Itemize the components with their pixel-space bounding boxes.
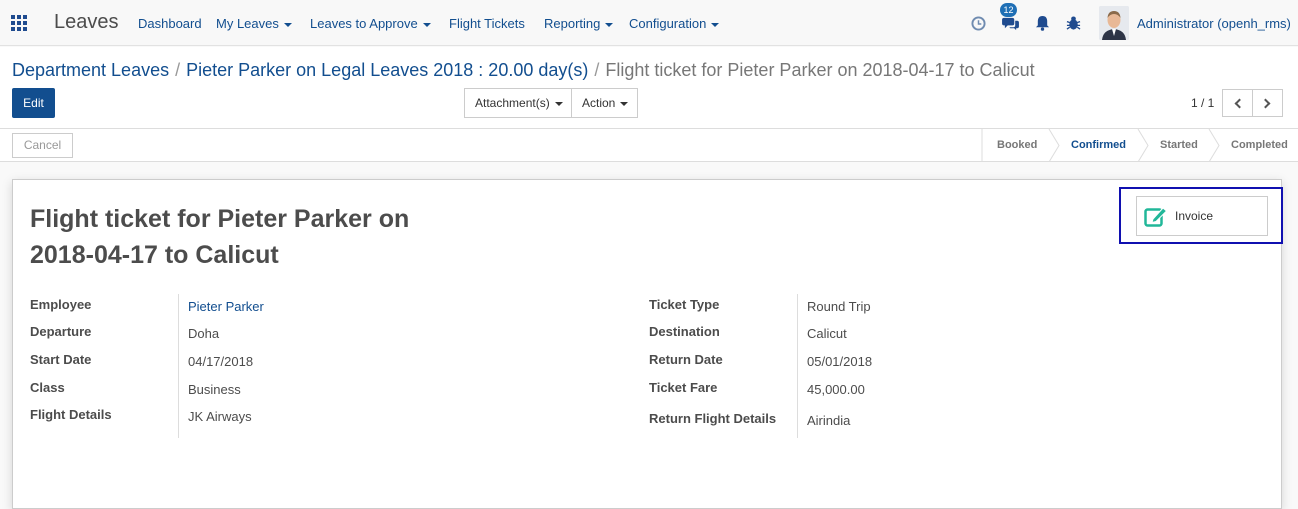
stage-divider (1048, 129, 1060, 162)
label-ticket-type: Ticket Type (649, 297, 720, 312)
value-employee[interactable]: Pieter Parker (188, 299, 264, 314)
apps-grid-icon[interactable] (11, 15, 29, 31)
stage-confirmed[interactable]: Confirmed (1071, 129, 1126, 162)
record-title: Flight ticket for Pieter Parker on 2018-… (30, 201, 500, 273)
stage-divider (1137, 129, 1149, 162)
breadcrumb-separator: / (175, 60, 181, 80)
control-panel: Department Leaves / Pieter Parker on Legal… (0, 47, 1298, 129)
caret-down-icon (283, 22, 292, 27)
menu-label: Leaves to Approve (310, 16, 418, 31)
label-ticket-fare: Ticket Fare (649, 380, 718, 395)
chat-icon[interactable] (1002, 16, 1019, 31)
clock-icon[interactable] (971, 16, 986, 31)
value-destination: Calicut (807, 326, 847, 341)
value-departure: Doha (188, 326, 220, 341)
label-employee: Employee (30, 297, 92, 312)
avatar[interactable] (1099, 6, 1129, 40)
chevron-right-icon (1260, 98, 1271, 109)
action-dropdown[interactable]: Action (571, 88, 638, 118)
invoice-button[interactable]: Invoice (1136, 196, 1268, 236)
record-title-line: Flight ticket for Pieter Parker on (30, 205, 410, 233)
main-navbar: Leaves Dashboard My Leaves Leaves to App… (0, 0, 1298, 46)
edit-button[interactable]: Edit (12, 88, 55, 118)
attachments-label: Attachment(s) (475, 96, 550, 110)
value-ticket-fare: 45,000.00 (807, 382, 865, 397)
breadcrumb: Department Leaves / Pieter Parker on Legal… (12, 60, 1035, 81)
value-start-date: 04/17/2018 (188, 354, 254, 369)
edit-icon (1144, 207, 1168, 227)
form-area: Flight ticket for Pieter Parker on 2018-… (0, 163, 1298, 509)
label-class: Class (30, 380, 65, 395)
label-return-flight-details: Return Flight Details (649, 411, 777, 426)
menu-reporting[interactable]: Reporting (544, 16, 614, 31)
caret-down-icon (620, 101, 629, 106)
stage-divider (981, 129, 983, 162)
status-bar: Cancel Booked Confirmed Started Complete… (0, 129, 1298, 162)
breadcrumb-current: Flight ticket for Pieter Parker on 2018-… (605, 60, 1035, 80)
breadcrumb-separator: / (594, 60, 600, 80)
smart-button-box: Invoice (1119, 187, 1283, 244)
menu-leaves-to-approve[interactable]: Leaves to Approve (310, 16, 431, 31)
menu-my-leaves[interactable]: My Leaves (216, 16, 292, 31)
user-menu[interactable]: Administrator (openh_rms) (1137, 16, 1291, 31)
label-departure: Departure (30, 324, 92, 339)
menu-label: Configuration (629, 16, 707, 31)
menu-label: Reporting (544, 16, 601, 31)
stage-started[interactable]: Started (1160, 129, 1198, 162)
caret-down-icon (554, 101, 563, 106)
label-destination: Destination (649, 324, 720, 339)
label-return-date: Return Date (649, 352, 723, 367)
app-title: Leaves (54, 11, 119, 33)
caret-down-icon (605, 22, 614, 27)
action-label: Action (582, 96, 616, 110)
menu-label: My Leaves (216, 16, 279, 31)
label-flight-details: Flight Details (30, 407, 112, 422)
value-ticket-type: Round Trip (807, 299, 871, 314)
breadcrumb-parent[interactable]: Pieter Parker on Legal Leaves 2018 : 20.… (186, 60, 588, 80)
label-start-date: Start Date (30, 352, 92, 367)
stage-completed[interactable]: Completed (1231, 129, 1288, 162)
caret-down-icon (711, 22, 720, 27)
stage-booked[interactable]: Booked (997, 129, 1037, 162)
chevron-left-icon (1234, 98, 1245, 109)
menu-dashboard[interactable]: Dashboard (138, 16, 202, 31)
value-class: Business (188, 382, 241, 397)
value-return-date: 05/01/2018 (807, 354, 873, 369)
message-count-badge: 12 (1000, 3, 1017, 17)
pager-next-button[interactable] (1252, 89, 1283, 117)
menu-configuration[interactable]: Configuration (629, 16, 720, 31)
value-return-flight-details: Airindia (807, 413, 851, 428)
field-divider (797, 294, 798, 438)
menu-label: Flight Tickets (449, 16, 525, 31)
menu-flight-tickets[interactable]: Flight Tickets (449, 16, 525, 31)
bug-icon[interactable] (1066, 15, 1081, 31)
bell-icon[interactable] (1035, 15, 1050, 31)
field-divider (178, 294, 179, 438)
caret-down-icon (422, 22, 431, 27)
invoice-label: Invoice (1175, 209, 1214, 223)
form-sheet: Flight ticket for Pieter Parker on 2018-… (12, 179, 1283, 509)
attachments-dropdown[interactable]: Attachment(s) (464, 88, 572, 118)
cancel-button[interactable]: Cancel (12, 133, 73, 158)
record-title-line: 2018-04-17 to Calicut (30, 241, 279, 269)
pager-value: 1 / 1 (1191, 96, 1215, 110)
value-flight-details: JK Airways (188, 409, 252, 424)
breadcrumb-root[interactable]: Department Leaves (12, 60, 169, 80)
pager-previous-button[interactable] (1222, 89, 1253, 117)
menu-label: Dashboard (138, 16, 202, 31)
stage-divider (1208, 129, 1220, 162)
